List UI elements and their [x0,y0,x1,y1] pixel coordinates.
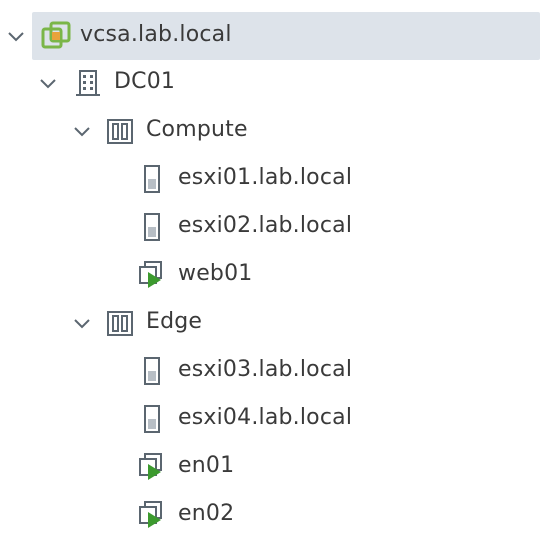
tree-node-label: en02 [178,501,235,526]
tree-node-label: web01 [178,261,253,286]
tree-node-label: Edge [146,309,203,334]
host-icon [136,355,168,387]
tree-node-cluster-edge[interactable]: Edge [0,300,540,346]
datacenter-icon [72,67,104,99]
chevron-down-icon[interactable] [72,313,92,333]
tree-node-label: en01 [178,453,235,478]
tree-node-vm[interactable]: en02 [0,492,540,538]
chevron-down-icon[interactable] [38,73,58,93]
host-icon [136,163,168,195]
vm-running-icon [136,451,168,483]
tree-node-host[interactable]: esxi04.lab.local [0,396,540,442]
tree-node-label: vcsa.lab.local [80,22,232,47]
tree-node-host[interactable]: esxi02.lab.local [0,204,540,250]
host-icon [136,403,168,435]
vcenter-icon [40,20,72,52]
chevron-down-icon[interactable] [6,26,26,46]
tree-node-label: Compute [146,117,248,142]
tree-node-cluster-compute[interactable]: Compute [0,108,540,154]
vm-running-icon [136,259,168,291]
host-icon [136,211,168,243]
tree-node-label: esxi02.lab.local [178,213,353,238]
tree-node-label: esxi01.lab.local [178,165,353,190]
tree-node-datacenter[interactable]: DC01 [0,60,540,106]
tree-node-host[interactable]: esxi03.lab.local [0,348,540,394]
tree-node-vm[interactable]: web01 [0,252,540,298]
cluster-icon [104,115,136,147]
tree-node-label: esxi03.lab.local [178,357,353,382]
tree-node-vcenter[interactable]: vcsa.lab.local [8,12,540,60]
inventory-tree: vcsa.lab.local DC01 Compute esxi01.lab.l… [0,0,540,550]
tree-node-host[interactable]: esxi01.lab.local [0,156,540,202]
tree-node-vm[interactable]: en01 [0,444,540,490]
vm-running-icon [136,499,168,531]
tree-node-label: esxi04.lab.local [178,405,353,430]
tree-node-label: DC01 [114,69,176,94]
cluster-icon [104,307,136,339]
chevron-down-icon[interactable] [72,121,92,141]
